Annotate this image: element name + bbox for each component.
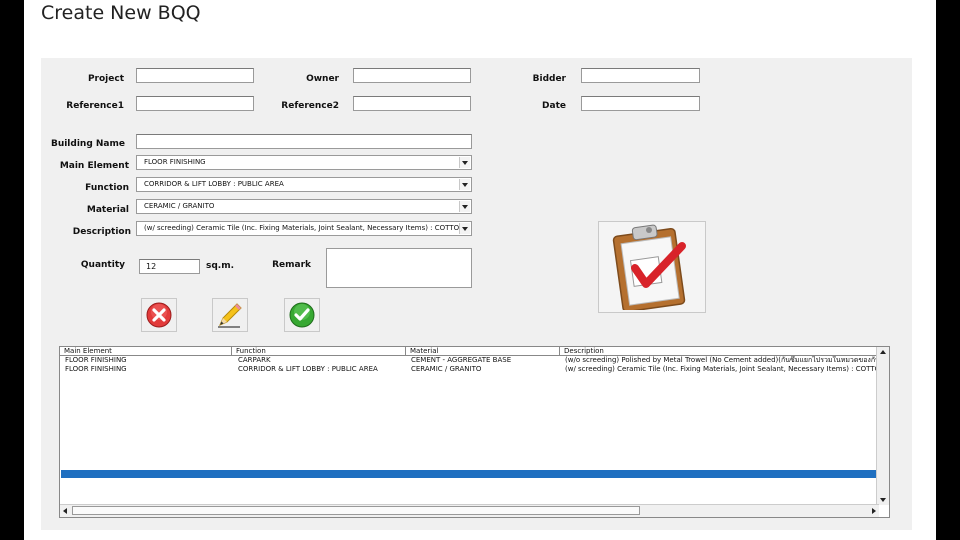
bidder-label: Bidder — [532, 74, 566, 84]
quantity-unit: sq.m. — [205, 261, 234, 271]
main-element-label: Main Element — [59, 161, 129, 171]
reference2-label: Reference2 — [281, 101, 339, 111]
main-element-value: FLOOR FINISHING — [144, 158, 206, 166]
remark-textarea[interactable] — [326, 248, 472, 288]
building-name-label: Building Name — [50, 139, 125, 149]
chevron-down-icon[interactable] — [459, 223, 470, 234]
selected-row-highlight[interactable] — [61, 470, 877, 478]
column-header-main-element[interactable]: Main Element — [60, 347, 232, 356]
edit-button[interactable] — [212, 298, 248, 332]
pencil-icon — [218, 303, 242, 328]
owner-input[interactable] — [353, 68, 471, 83]
bq-items-table[interactable]: Main Element Function Material Descripti… — [59, 346, 890, 518]
function-value: CORRIDOR & LIFT LOBBY : PUBLIC AREA — [144, 180, 284, 188]
description-label: Description — [72, 227, 131, 237]
project-input[interactable] — [136, 68, 254, 83]
table-row-cell[interactable]: FLOOR FINISHING — [60, 365, 235, 373]
delete-button[interactable] — [141, 298, 177, 332]
date-input[interactable] — [581, 96, 700, 111]
function-dropdown[interactable]: CORRIDOR & LIFT LOBBY : PUBLIC AREA — [136, 177, 472, 192]
submit-clipboard-button[interactable] — [598, 221, 706, 313]
table-row-cell[interactable]: CORRIDOR & LIFT LOBBY : PUBLIC AREA — [233, 365, 408, 373]
green-check-icon — [289, 302, 315, 328]
material-dropdown[interactable]: CERAMIC / GRANITO — [136, 199, 472, 214]
reference2-input[interactable] — [353, 96, 471, 111]
window: Create New BQQ Project Owner Bidder Refe… — [24, 0, 936, 540]
table-row-cell[interactable]: CEMENT - AGGREGATE BASE — [406, 356, 561, 364]
table-row-cell[interactable]: CERAMIC / GRANITO — [406, 365, 561, 373]
main-element-dropdown[interactable]: FLOOR FINISHING — [136, 155, 472, 170]
description-value: (w/ screeding) Ceramic Tile (Inc. Fixing… — [144, 224, 459, 232]
quantity-label: Quantity — [80, 260, 125, 270]
scroll-down-icon[interactable] — [880, 498, 886, 502]
reference1-label: Reference1 — [66, 101, 124, 111]
remark-label: Remark — [272, 260, 311, 270]
scroll-up-icon[interactable] — [880, 350, 886, 354]
clipboard-check-icon — [612, 224, 686, 310]
scroll-thumb[interactable] — [72, 506, 640, 515]
column-header-material[interactable]: Material — [406, 347, 560, 356]
reference1-input[interactable] — [136, 96, 254, 111]
horizontal-scrollbar[interactable] — [60, 504, 879, 517]
window-title: Create New BQQ — [41, 2, 201, 24]
function-label: Function — [85, 183, 129, 193]
scroll-right-icon[interactable] — [872, 508, 876, 514]
bidder-input[interactable] — [581, 68, 700, 83]
confirm-button[interactable] — [284, 298, 320, 332]
table-row-cell[interactable]: (w/o screeding) Polished by Metal Trowel… — [560, 356, 881, 364]
table-row-cell[interactable]: (w/ screeding) Ceramic Tile (Inc. Fixing… — [560, 365, 881, 373]
form-panel: Project Owner Bidder Reference1 Referenc… — [41, 58, 912, 530]
owner-label: Owner — [306, 74, 339, 84]
building-name-input[interactable] — [136, 134, 472, 149]
column-header-description[interactable]: Description — [560, 347, 879, 356]
material-value: CERAMIC / GRANITO — [144, 202, 215, 210]
red-x-icon — [146, 302, 172, 328]
material-label: Material — [86, 205, 129, 215]
table-row-cell[interactable]: CARPARK — [233, 356, 408, 364]
project-label: Project — [87, 74, 124, 84]
table-row-cell[interactable]: FLOOR FINISHING — [60, 356, 235, 364]
chevron-down-icon[interactable] — [459, 201, 470, 212]
quantity-input[interactable]: 12 — [139, 259, 200, 274]
chevron-down-icon[interactable] — [459, 157, 470, 168]
column-header-function[interactable]: Function — [232, 347, 406, 356]
date-label: Date — [542, 101, 566, 111]
vertical-scrollbar[interactable] — [876, 347, 889, 505]
chevron-down-icon[interactable] — [459, 179, 470, 190]
scroll-left-icon[interactable] — [63, 508, 67, 514]
description-dropdown[interactable]: (w/ screeding) Ceramic Tile (Inc. Fixing… — [136, 221, 472, 236]
